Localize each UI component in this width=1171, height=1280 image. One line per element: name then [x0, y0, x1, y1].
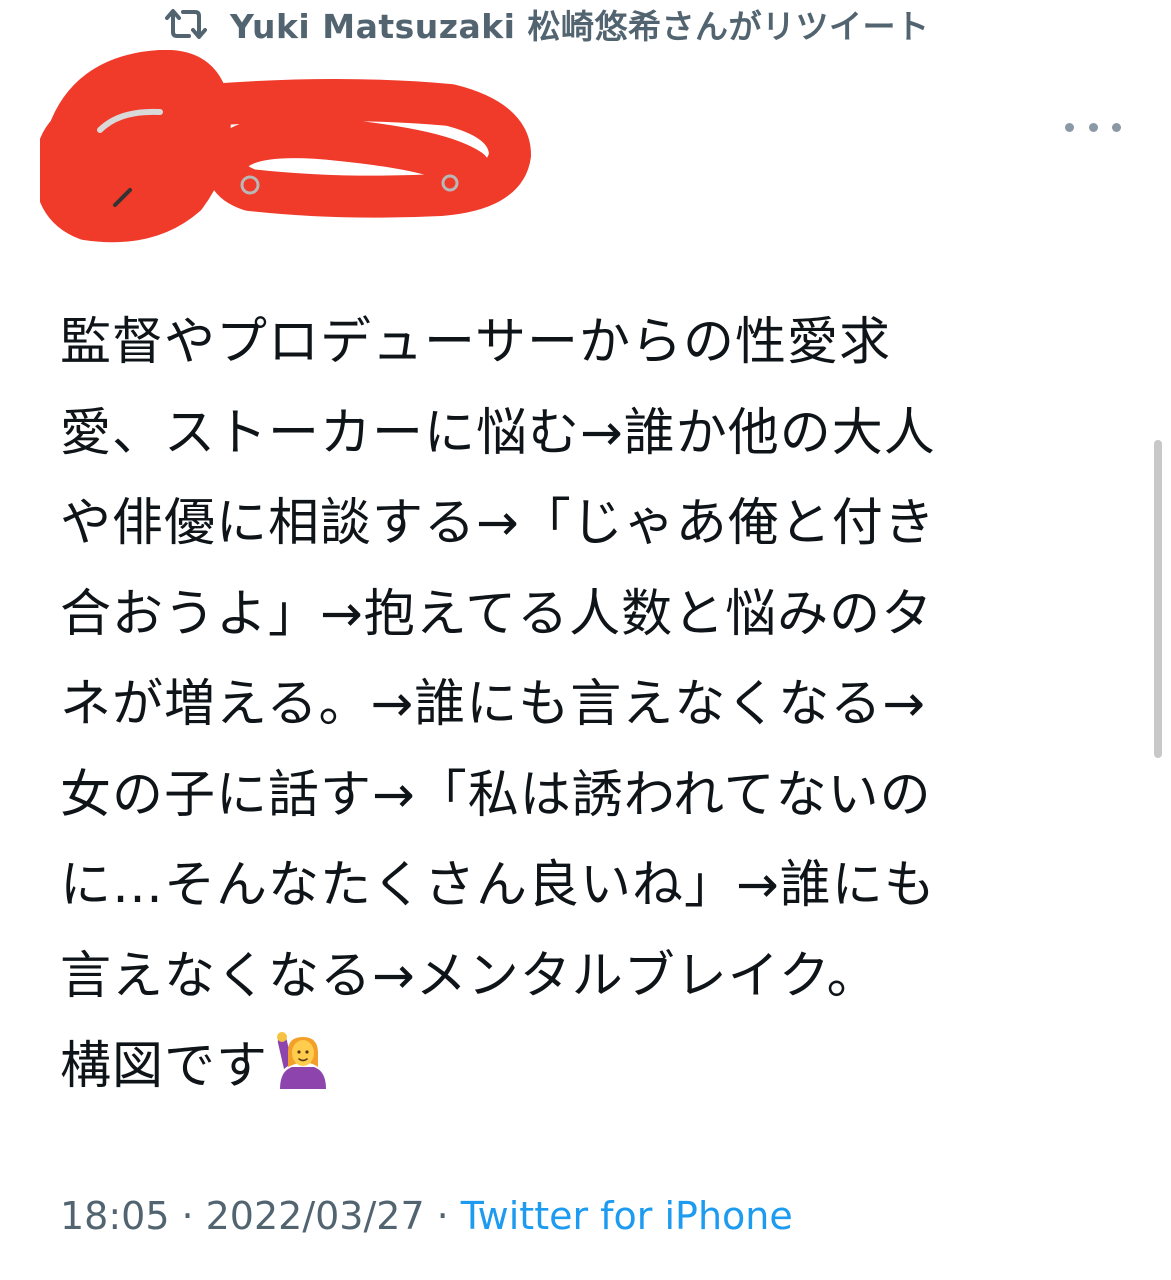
tweet-metadata: 18:05 · 2022/03/27 · Twitter for iPhone [60, 1190, 793, 1242]
tweet-text-line: 構図です [60, 1037, 269, 1096]
tweet-text-line: 監督やプロデューサーからの性愛求 [60, 313, 891, 372]
tweet-text-line: 合おうよ」→抱えてる人数と悩みのタ [60, 584, 934, 644]
tweet-text-line: 女の子に話す→「私は誘われてないの [60, 765, 932, 825]
meta-separator: · [181, 1194, 194, 1238]
tweet-text-line: 言えなくなる→メンタルブレイク。 [60, 946, 879, 1006]
scrollbar[interactable] [1154, 440, 1162, 758]
retweet-header[interactable]: Yuki Matsuzaki 松崎悠希さんがリツイート [160, 0, 929, 48]
redaction-scribble [34, 49, 531, 243]
dot [1065, 122, 1074, 132]
tweet-date: 2022/03/27 [205, 1194, 425, 1238]
dot [1088, 122, 1098, 132]
tweet-text-line: 愛、ストーカーに悩む→誰か他の大人 [60, 403, 936, 463]
meta-separator: · [436, 1194, 449, 1238]
tweet-text-line: や俳優に相談する→「じゃあ俺と付き [60, 494, 936, 553]
tweet-text-line: に…そんなたくさん良いね」→誰にも [60, 856, 936, 915]
dot [1112, 122, 1121, 132]
retweet-label: Yuki Matsuzaki 松崎悠希さんがリツイート [230, 7, 930, 46]
tweet-page: Yuki Matsuzaki 松崎悠希さんがリツイート 監督やプロデューサーから… [0, 0, 1171, 1280]
tweet-time: 18:05 [60, 1194, 170, 1238]
tweet-text: 監督やプロデューサーからの性愛求 愛、ストーカーに悩む→誰か他の大人 や俳優に相… [60, 298, 1120, 1113]
tweet-text-line: ネが増える。→誰にも言えなくなる→ [60, 675, 926, 734]
more-options-icon[interactable] [1065, 112, 1121, 142]
person-raising-hand-icon [272, 1029, 334, 1091]
tweet-source-link[interactable]: Twitter for iPhone [461, 1194, 793, 1238]
tweet-text-last-line: 構図です [60, 1022, 1120, 1113]
redacted-author-info [34, 49, 540, 250]
retweet-icon [160, 4, 212, 44]
